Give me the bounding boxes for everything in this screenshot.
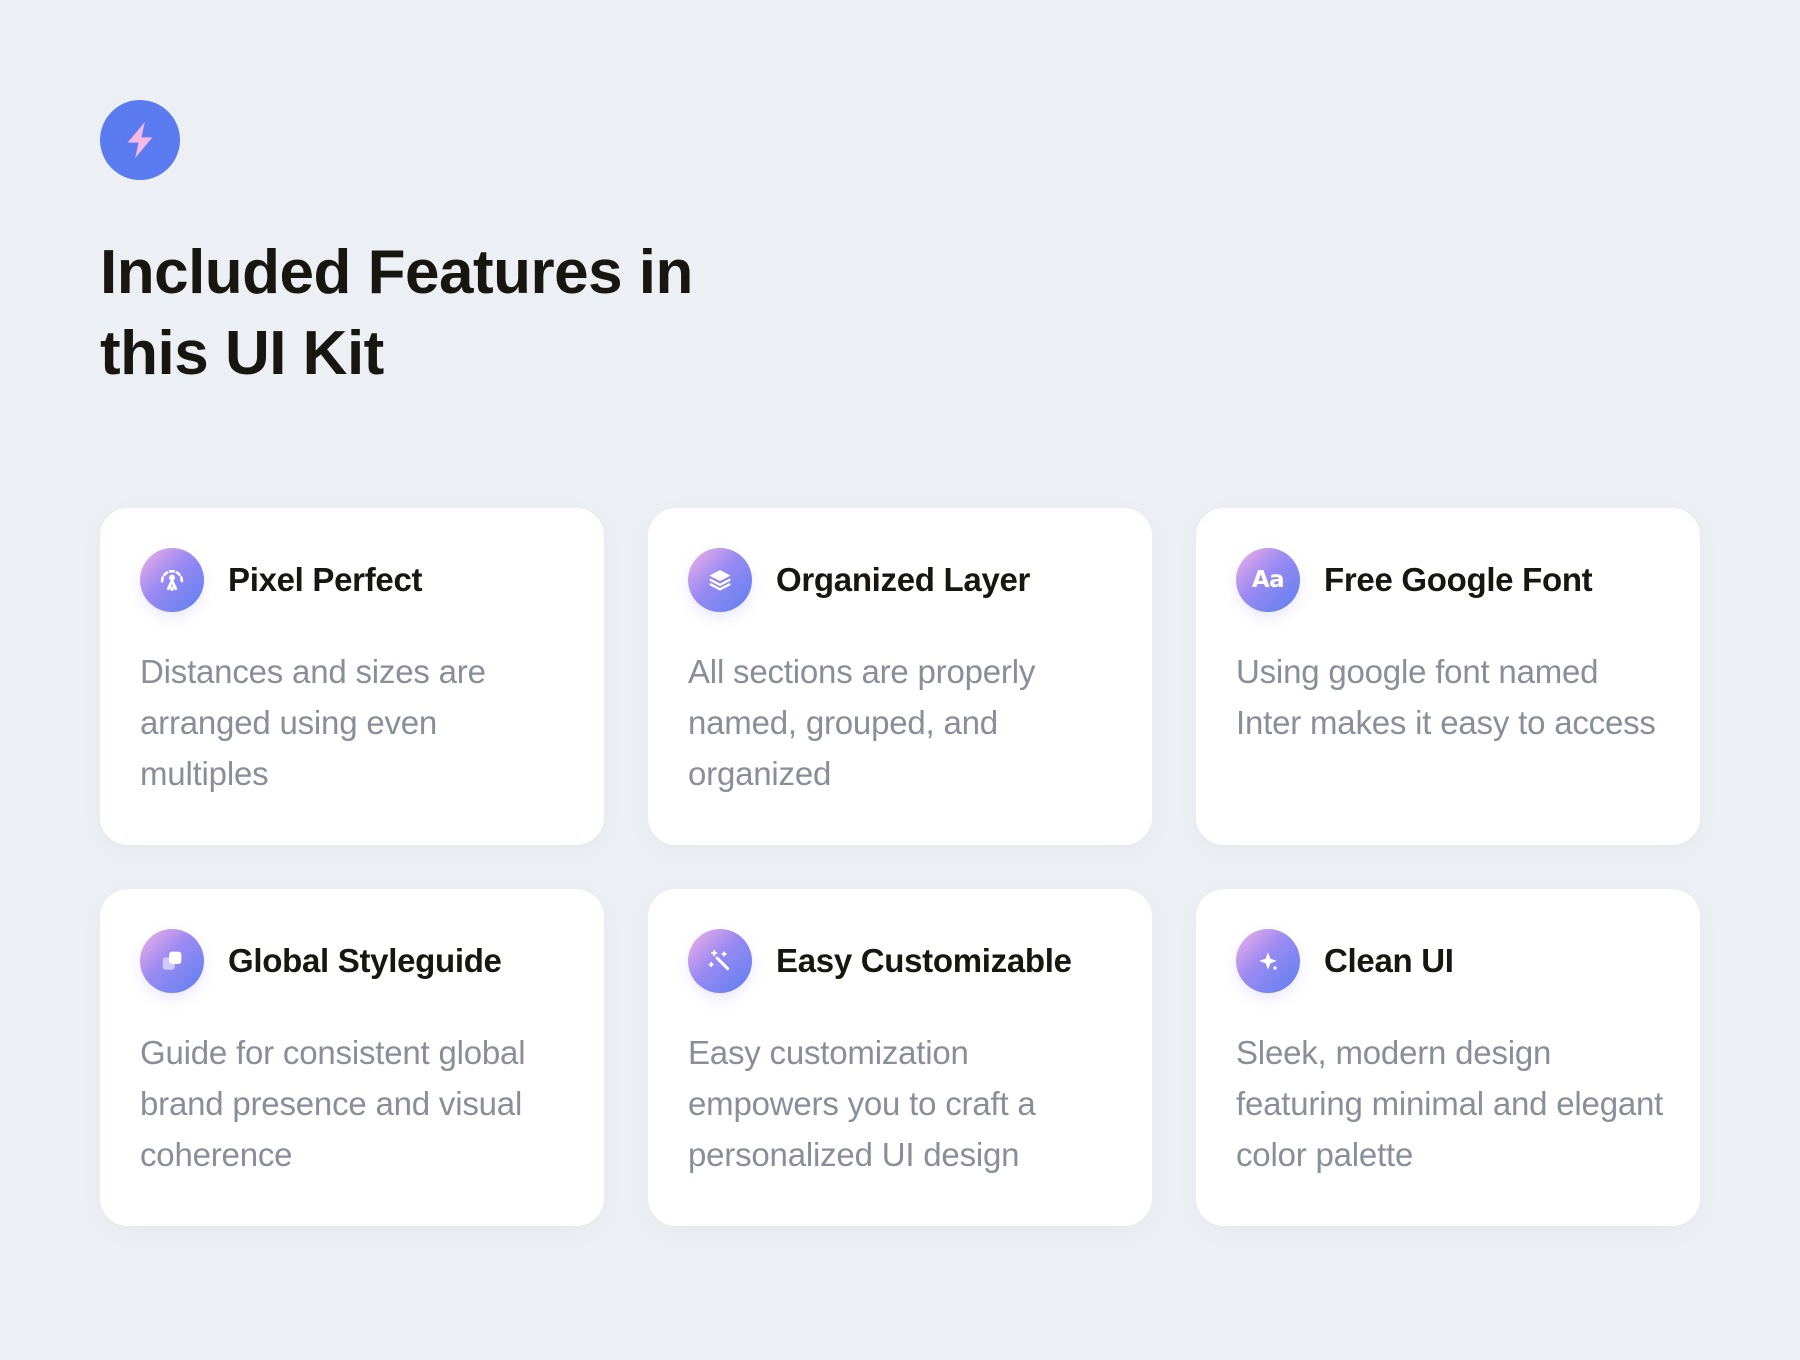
typography-icon-text: Aa [1251, 567, 1285, 593]
feature-title: Pixel Perfect [228, 561, 423, 598]
feature-card-organized-layer: Organized Layer All sections are properl… [648, 508, 1152, 845]
page-title-line-2: this UI Kit [100, 319, 384, 388]
feature-card-easy-customizable: Easy Customizable Easy customization emp… [648, 889, 1152, 1226]
feature-grid: Pixel Perfect Distances and sizes are ar… [100, 508, 1700, 1226]
feature-title: Free Google Font [1324, 561, 1593, 598]
feature-card-header: Easy Customizable [688, 929, 1112, 993]
feature-card-header: Clean UI [1236, 929, 1660, 993]
feature-card-free-google-font: Aa Free Google Font Using google font na… [1196, 508, 1700, 845]
styleguide-squares-icon [140, 929, 204, 993]
feature-description: Guide for consistent global brand presen… [140, 1034, 526, 1173]
feature-card-pixel-perfect: Pixel Perfect Distances and sizes are ar… [100, 508, 604, 845]
feature-card-clean-ui: Clean UI Sleek, modern design featuring … [1196, 889, 1700, 1226]
feature-card-header: Pixel Perfect [140, 548, 564, 612]
feature-description: Easy customization empowers you to craft… [688, 1034, 1036, 1173]
feature-title: Easy Customizable [776, 942, 1072, 979]
feature-card-header: Global Styleguide [140, 929, 564, 993]
drafting-compass-icon [140, 548, 204, 612]
page-title-line-1: Included Features in [100, 238, 693, 307]
typography-icon: Aa [1236, 548, 1300, 612]
features-page: Included Features in this UI Kit Pixel P… [0, 0, 1800, 1360]
feature-description: Sleek, modern design featuring minimal a… [1236, 1034, 1664, 1173]
magic-wand-icon [688, 929, 752, 993]
feature-description: Distances and sizes are arranged using e… [140, 653, 486, 792]
feature-card-header: Aa Free Google Font [1236, 548, 1660, 612]
feature-title: Organized Layer [776, 561, 1031, 598]
feature-title: Clean UI [1324, 942, 1454, 979]
lightning-bolt-icon [100, 100, 180, 180]
feature-card-global-styleguide: Global Styleguide Guide for consistent g… [100, 889, 604, 1226]
feature-description: All sections are properly named, grouped… [688, 653, 1036, 792]
feature-title: Global Styleguide [228, 942, 502, 979]
sparkle-icon [1236, 929, 1300, 993]
feature-description: Using google font named Inter makes it e… [1236, 653, 1656, 741]
feature-card-header: Organized Layer [688, 548, 1112, 612]
layers-icon [688, 548, 752, 612]
page-title: Included Features in this UI Kit [100, 232, 820, 394]
